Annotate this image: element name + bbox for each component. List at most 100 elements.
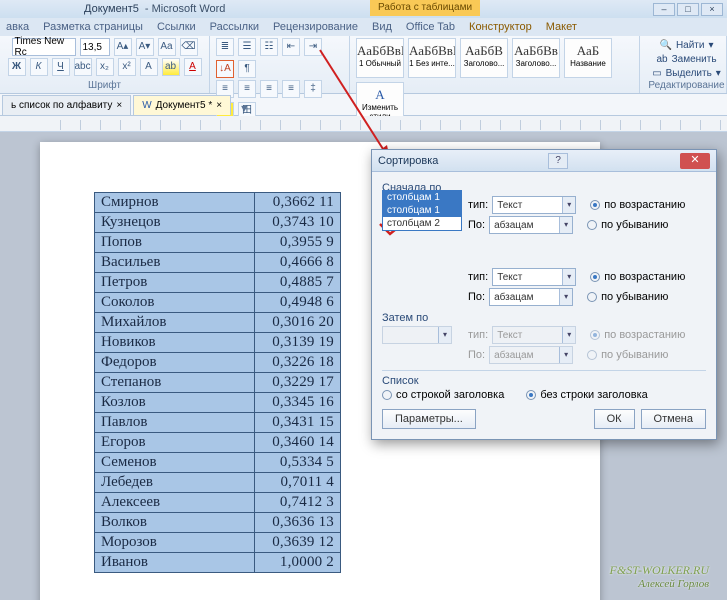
ribbon-tab[interactable]: Разметка страницы xyxy=(43,21,143,33)
table-row[interactable]: Волков0,3636 13 xyxy=(95,513,341,533)
table-cell[interactable]: 0,3955 9 xyxy=(255,233,341,253)
table-cell[interactable]: 0,3016 20 xyxy=(255,313,341,333)
dropdown-option[interactable]: столбцам 1 xyxy=(383,204,461,217)
underline[interactable]: Ч xyxy=(52,58,70,76)
table-row[interactable]: Петров0,4885 7 xyxy=(95,273,341,293)
table-cell[interactable]: 0,3743 10 xyxy=(255,213,341,233)
font-size-select[interactable]: 13,5 xyxy=(80,38,110,56)
align-right[interactable]: ≡ xyxy=(260,80,278,98)
params-button[interactable]: Параметры... xyxy=(382,409,476,429)
subscript[interactable]: x₂ xyxy=(96,58,114,76)
ribbon-tab[interactable]: Макет xyxy=(546,21,577,33)
table-row[interactable]: Семенов0,5334 5 xyxy=(95,453,341,473)
indent-inc[interactable]: ⇥ xyxy=(304,38,322,56)
table-cell[interactable]: 0,7412 3 xyxy=(255,493,341,513)
desc-radio-2[interactable] xyxy=(587,292,597,302)
close-button[interactable]: × xyxy=(701,3,723,16)
sort-button[interactable]: ↓A xyxy=(216,60,234,78)
table-cell[interactable]: Петров xyxy=(95,273,255,293)
table-cell[interactable]: Смирнов xyxy=(95,193,255,213)
table-cell[interactable]: Лебедев xyxy=(95,473,255,493)
style-item[interactable]: АаБбВвЗаголово... xyxy=(512,38,560,78)
table-cell[interactable]: 0,3460 14 xyxy=(255,433,341,453)
dialog-close[interactable]: ✕ xyxy=(680,153,710,169)
table-cell[interactable]: 0,3431 15 xyxy=(255,413,341,433)
table-cell[interactable]: 1,0000 2 xyxy=(255,553,341,573)
table-row[interactable]: Иванов1,0000 2 xyxy=(95,553,341,573)
type-select-2[interactable]: Текст▾ xyxy=(492,268,576,286)
new-tab[interactable]: ▾ xyxy=(235,101,253,115)
ribbon-tab[interactable]: авка xyxy=(6,21,29,33)
doc-tab-1[interactable]: ь список по алфавиту× xyxy=(2,95,131,115)
font-name-select[interactable]: Times New Rc xyxy=(12,38,76,56)
table-row[interactable]: Васильев0,4666 8 xyxy=(95,253,341,273)
ribbon-tab[interactable]: Ссылки xyxy=(157,21,196,33)
table-cell[interactable]: 0,3662 11 xyxy=(255,193,341,213)
table-cell[interactable]: 0,4885 7 xyxy=(255,273,341,293)
table-cell[interactable]: Кузнецов xyxy=(95,213,255,233)
table-cell[interactable]: Васильев xyxy=(95,253,255,273)
style-item[interactable]: АаБбВвІ1 Без инте... xyxy=(408,38,456,78)
table-row[interactable]: Павлов0,3431 15 xyxy=(95,413,341,433)
asc-radio-2[interactable] xyxy=(590,272,600,282)
desc-radio-1[interactable] xyxy=(587,220,597,230)
numbering[interactable]: ☰ xyxy=(238,38,256,56)
table-cell[interactable]: Егоров xyxy=(95,433,255,453)
table-cell[interactable]: Алексеев xyxy=(95,493,255,513)
cancel-button[interactable]: Отмена xyxy=(641,409,706,429)
ok-button[interactable]: ОК xyxy=(594,409,635,429)
style-item[interactable]: АаБбВвІ1 Обычный xyxy=(356,38,404,78)
table-cell[interactable]: Иванов xyxy=(95,553,255,573)
type-select-1[interactable]: Текст▾ xyxy=(492,196,576,214)
by-select-1[interactable]: абзацам▾ xyxy=(489,216,573,234)
table-cell[interactable]: 0,3226 18 xyxy=(255,353,341,373)
style-item[interactable]: АаБбВЗаголово... xyxy=(460,38,508,78)
table-cell[interactable]: 0,5334 5 xyxy=(255,453,341,473)
table-row[interactable]: Михайлов0,3016 20 xyxy=(95,313,341,333)
ribbon-tab[interactable]: Рассылки xyxy=(210,21,259,33)
table-row[interactable]: Алексеев0,7412 3 xyxy=(95,493,341,513)
font-color[interactable]: A xyxy=(184,58,202,76)
table-cell[interactable]: Морозов xyxy=(95,533,255,553)
table-row[interactable]: Новиков0,3139 19 xyxy=(95,333,341,353)
replace-button[interactable]: abЗаменить xyxy=(656,52,716,66)
indent-dec[interactable]: ⇤ xyxy=(282,38,300,56)
ribbon-tab[interactable]: Вид xyxy=(372,21,392,33)
max-button[interactable]: □ xyxy=(677,3,699,16)
table-row[interactable]: Степанов0,3229 17 xyxy=(95,373,341,393)
table-cell[interactable]: 0,3229 17 xyxy=(255,373,341,393)
table-cell[interactable]: Волков xyxy=(95,513,255,533)
table-cell[interactable]: 0,3139 19 xyxy=(255,333,341,353)
table-cell[interactable]: 0,3639 12 xyxy=(255,533,341,553)
table-row[interactable]: Морозов0,3639 12 xyxy=(95,533,341,553)
table-cell[interactable]: Новиков xyxy=(95,333,255,353)
justify[interactable]: ≡ xyxy=(282,80,300,98)
line-spacing[interactable]: ‡ xyxy=(304,80,322,98)
table-cell[interactable]: Семенов xyxy=(95,453,255,473)
bullets[interactable]: ≣ xyxy=(216,38,234,56)
table-cell[interactable]: Попов xyxy=(95,233,255,253)
table-cell[interactable]: 0,4948 6 xyxy=(255,293,341,313)
dropdown-selected[interactable]: столбцам 1 xyxy=(383,191,461,204)
with-header-radio[interactable] xyxy=(382,390,392,400)
ribbon-tab[interactable]: Office Tab xyxy=(406,21,455,33)
shrink-font[interactable]: A▾ xyxy=(136,38,154,56)
close-tab-icon[interactable]: × xyxy=(116,96,122,116)
table-cell[interactable]: 0,4666 8 xyxy=(255,253,341,273)
table-row[interactable]: Смирнов0,3662 11 xyxy=(95,193,341,213)
grow-font[interactable]: A▴ xyxy=(114,38,132,56)
select-button[interactable]: ▭Выделить ▾ xyxy=(652,66,721,80)
find-button[interactable]: 🔍Найти ▾ xyxy=(659,38,713,52)
table-cell[interactable]: Козлов xyxy=(95,393,255,413)
table-cell[interactable]: 0,3345 16 xyxy=(255,393,341,413)
table-row[interactable]: Кузнецов0,3743 10 xyxy=(95,213,341,233)
superscript[interactable]: x² xyxy=(118,58,136,76)
min-button[interactable]: – xyxy=(653,3,675,16)
table-row[interactable]: Соколов0,4948 6 xyxy=(95,293,341,313)
text-effects[interactable]: A xyxy=(140,58,158,76)
asc-radio-1[interactable] xyxy=(590,200,600,210)
table-row[interactable]: Козлов0,3345 16 xyxy=(95,393,341,413)
align-center[interactable]: ≡ xyxy=(238,80,256,98)
style-item[interactable]: АаБНазвание xyxy=(564,38,612,78)
clear-format[interactable]: ⌫ xyxy=(180,38,198,56)
